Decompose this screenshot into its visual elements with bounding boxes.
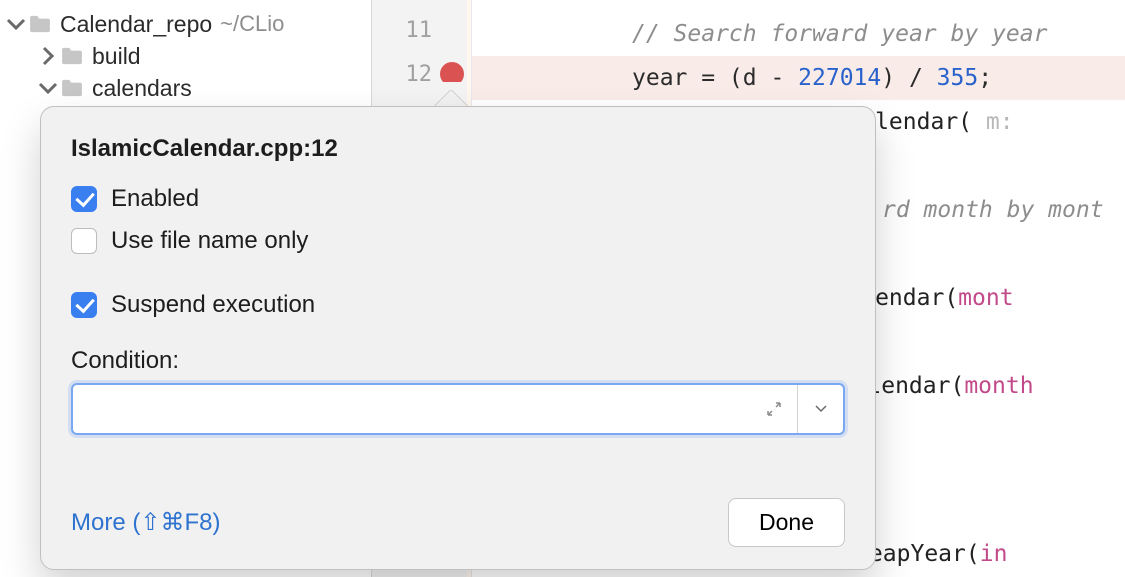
done-button[interactable]: Done (728, 498, 845, 547)
checkbox-checked-icon[interactable] (71, 186, 97, 212)
more-link[interactable]: More (⇧⌘F8) (71, 508, 220, 537)
chevron-down-icon[interactable] (38, 78, 58, 98)
code-comment: // Search forward year by year (632, 21, 1047, 47)
tree-root-path: ~/CLio (220, 11, 284, 37)
chevron-down-icon[interactable] (797, 385, 843, 433)
line-number[interactable]: 12 (372, 62, 432, 87)
file-only-label: Use file name only (111, 227, 308, 255)
enabled-checkbox-row[interactable]: Enabled (71, 185, 845, 213)
popover-title: IslamicCalendar.cpp:12 (71, 135, 845, 163)
tree-root-row[interactable]: Calendar_repo ~/CLio (0, 8, 371, 40)
enabled-label: Enabled (111, 185, 199, 213)
code-line-highlighted: year = (d - 227014) / 355; (472, 56, 1125, 100)
tree-item-label: calendars (92, 75, 192, 102)
checkbox-checked-icon[interactable] (71, 292, 97, 318)
code-line: // Search forward year by year (472, 12, 1125, 56)
checkbox-unchecked-icon[interactable] (71, 228, 97, 254)
suspend-checkbox-row[interactable]: Suspend execution (71, 291, 845, 319)
expand-icon[interactable] (751, 385, 797, 433)
folder-icon (60, 46, 84, 66)
tree-root-label: Calendar_repo (60, 11, 212, 38)
tree-item-build[interactable]: build (0, 40, 371, 72)
condition-field[interactable] (71, 383, 845, 435)
tree-item-label: build (92, 43, 141, 70)
chevron-right-icon[interactable] (38, 46, 58, 66)
line-number[interactable]: 11 (372, 18, 432, 43)
breakpoint-icon[interactable] (440, 62, 464, 86)
file-only-checkbox-row[interactable]: Use file name only (71, 227, 845, 255)
condition-label: Condition: (71, 347, 845, 375)
breakpoint-popover: IslamicCalendar.cpp:12 Enabled Use file … (40, 106, 876, 570)
folder-icon (28, 14, 52, 34)
folder-icon (60, 78, 84, 98)
chevron-down-icon[interactable] (6, 14, 26, 34)
popover-footer: More (⇧⌘F8) Done (71, 472, 845, 547)
condition-input[interactable] (73, 385, 751, 433)
tree-item-calendars[interactable]: calendars (0, 72, 371, 104)
suspend-label: Suspend execution (111, 291, 315, 319)
